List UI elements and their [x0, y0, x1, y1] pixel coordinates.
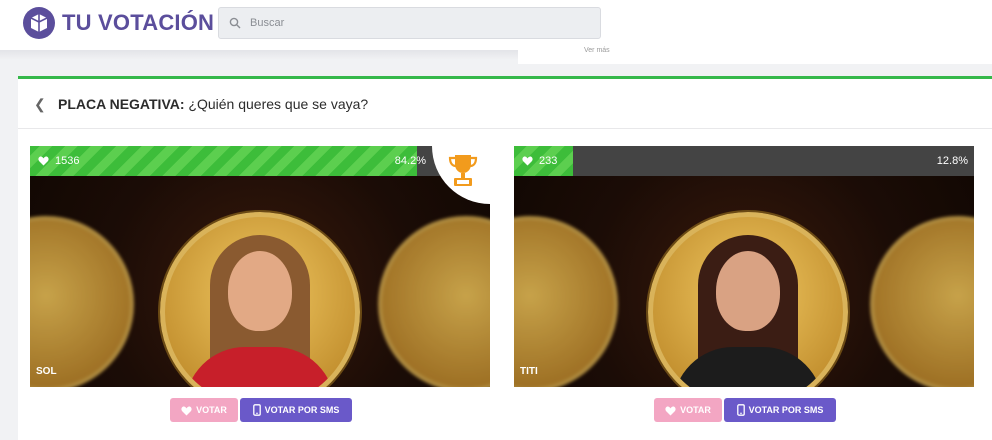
vote-bar-track	[514, 146, 974, 176]
vote-button[interactable]: VOTAR	[654, 398, 722, 422]
portrait-outfit	[673, 347, 823, 387]
candidate-photo: SOL	[30, 176, 490, 387]
chevron-left-icon[interactable]: ❮	[34, 96, 46, 113]
vote-sms-button[interactable]: VOTAR POR SMS	[724, 398, 836, 422]
photo-blur-right	[378, 216, 490, 387]
logo-icon[interactable]	[22, 6, 56, 40]
portrait-outfit	[185, 347, 335, 387]
vote-button-label: VOTAR	[680, 405, 711, 415]
heart-icon	[665, 406, 676, 416]
vote-percentage: 84.2%	[394, 155, 426, 167]
phone-icon	[736, 404, 745, 416]
portrait-face	[228, 251, 292, 331]
dropdown-remnant-text: Ver más	[584, 47, 610, 54]
search-icon	[229, 17, 241, 29]
candidate-name: SOL	[36, 366, 57, 377]
vote-sms-button-label: VOTAR POR SMS	[264, 405, 340, 415]
vote-count: 1536	[38, 155, 79, 167]
vote-button[interactable]: VOTAR	[170, 398, 238, 422]
candidate-portrait	[648, 212, 848, 387]
photo-blur-left	[30, 216, 134, 387]
vote-count-number: 1536	[55, 155, 80, 167]
brand-name[interactable]: TU VOTACIÓN	[62, 10, 214, 36]
candidate-name: TITI	[520, 366, 538, 377]
search-input[interactable]: Buscar	[218, 7, 601, 39]
poll-title: PLACA NEGATIVA: ¿Quién queres que se vay…	[58, 96, 368, 112]
candidate-portrait	[160, 212, 360, 387]
vote-percentage: 12.8%	[936, 155, 968, 167]
vote-bar-fill	[30, 146, 418, 176]
poll-header: ❮ PLACA NEGATIVA: ¿Quién queres que se v…	[18, 79, 992, 129]
search-placeholder: Buscar	[250, 17, 285, 29]
photo-blur-left	[514, 216, 618, 387]
heart-icon	[522, 156, 533, 166]
candidate-card-sol[interactable]: 1536 84.2% SOL	[30, 146, 490, 387]
dropdown-remnant: Ver más	[518, 47, 992, 64]
poll-title-bold: PLACA NEGATIVA:	[58, 96, 185, 112]
candidate-photo: TITI	[514, 176, 974, 387]
portrait-face	[716, 251, 780, 331]
trophy-icon	[448, 155, 478, 186]
vote-sms-button-label: VOTAR POR SMS	[748, 405, 824, 415]
top-navbar: TU VOTACIÓN Buscar	[0, 0, 992, 50]
vote-sms-button[interactable]: VOTAR POR SMS	[240, 398, 352, 422]
heart-icon	[38, 156, 49, 166]
phone-icon	[252, 404, 261, 416]
heart-icon	[181, 406, 192, 416]
photo-blur-right	[870, 216, 974, 387]
vote-count: 233	[522, 155, 557, 167]
vote-button-label: VOTAR	[196, 405, 227, 415]
candidate-card-titi[interactable]: 233 12.8% TITI	[514, 146, 974, 387]
poll-title-question: ¿Quién queres que se vaya?	[184, 96, 369, 112]
vote-count-number: 233	[539, 155, 558, 167]
